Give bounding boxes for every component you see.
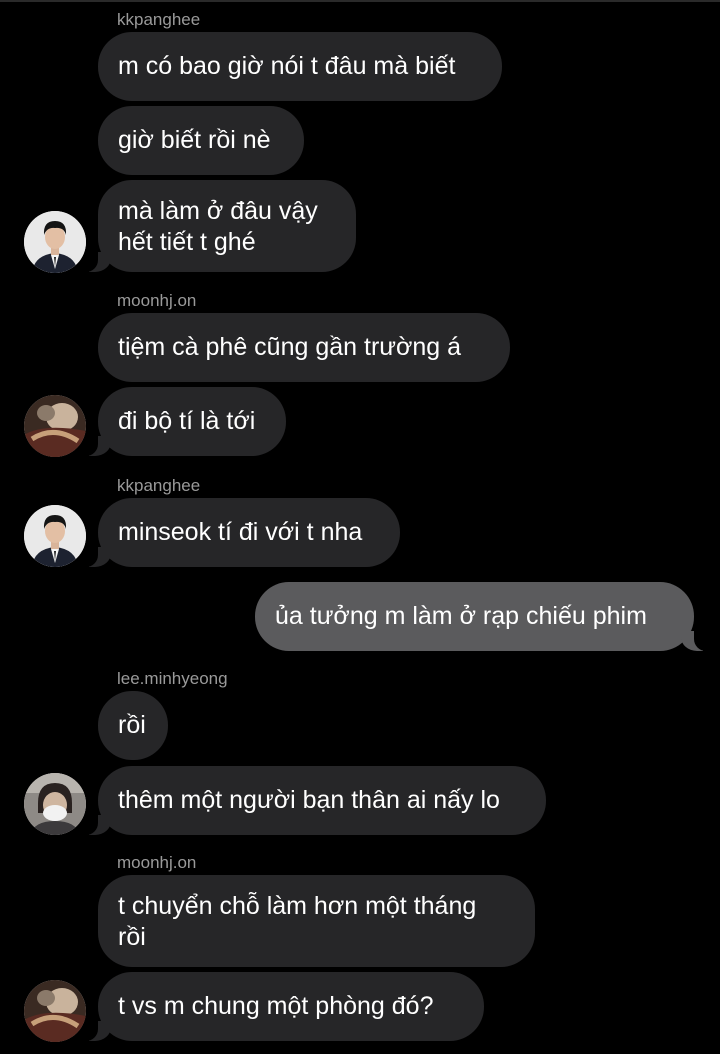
sender-name: kkpanghee xyxy=(117,476,201,495)
top-divider xyxy=(0,0,720,2)
message-bubble[interactable]: mà làm ở đâu vậy hết tiết t ghé xyxy=(85,180,356,272)
message-bubble[interactable]: t vs m chung một phòng đó? xyxy=(85,972,484,1041)
message-bubble[interactable]: đi bộ tí là tới xyxy=(85,387,286,456)
sender-name: lee.minhyeong xyxy=(117,669,228,688)
message-bubble[interactable]: t chuyển chỗ làm hơn một tháng rồi xyxy=(98,875,535,967)
portrait-suit-avatar[interactable] xyxy=(24,211,86,273)
blurred-photo-avatar[interactable] xyxy=(24,980,86,1042)
sender-name: moonhj.on xyxy=(117,291,197,310)
outgoing-message-bubble[interactable]: ủa tưởng m làm ở rạp chiếu phim xyxy=(255,582,707,651)
portrait-suit-avatar[interactable] xyxy=(24,505,86,567)
message-bubble[interactable]: rồi xyxy=(98,691,168,760)
message-bubble[interactable]: giờ biết rồi nè xyxy=(98,106,304,175)
sender-name: kkpanghee xyxy=(117,10,201,29)
blurred-photo-avatar[interactable] xyxy=(24,395,86,457)
message-bubble[interactable]: tiệm cà phê cũng gần trường á xyxy=(98,313,510,382)
masked-selfie-avatar[interactable] xyxy=(24,773,86,835)
message-bubble[interactable]: thêm một người bạn thân ai nấy lo xyxy=(85,766,546,835)
message-bubble[interactable]: minseok tí đi với t nha xyxy=(85,498,400,567)
sender-name: moonhj.on xyxy=(117,853,197,872)
message-bubble[interactable]: m có bao giờ nói t đâu mà biết xyxy=(98,32,502,101)
